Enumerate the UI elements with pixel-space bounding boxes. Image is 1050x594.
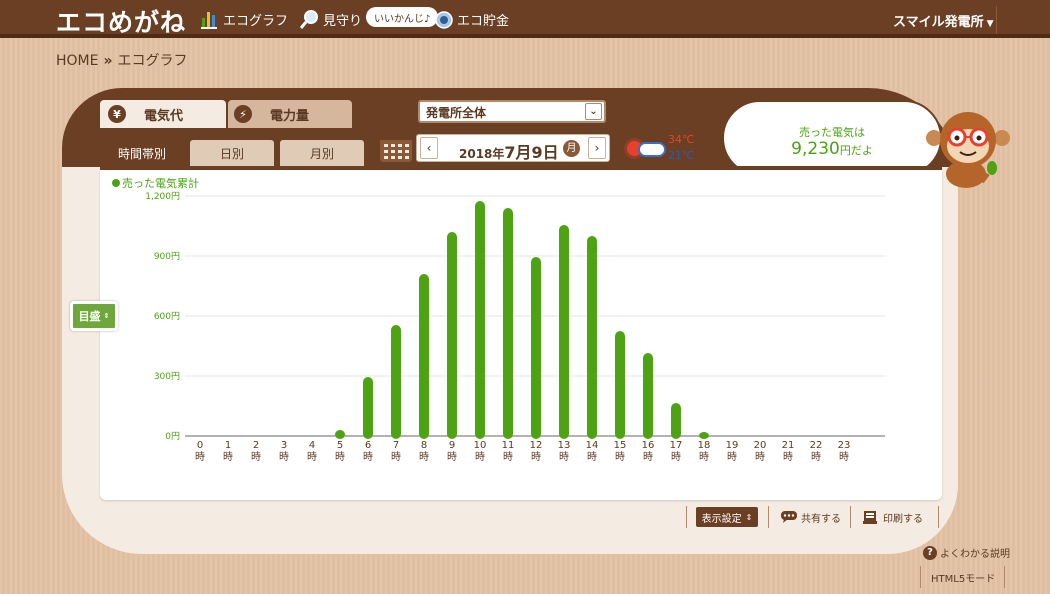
x-tick-suffix: 時: [811, 451, 821, 463]
chart-bar: [335, 430, 345, 439]
x-tick-suffix: 時: [699, 451, 709, 463]
x-tick-label: 10: [474, 440, 487, 451]
x-tick-suffix: 時: [727, 451, 737, 463]
x-tick-suffix: 時: [671, 451, 681, 463]
share-label: 共有する: [801, 513, 841, 525]
print-button[interactable]: 印刷する: [862, 506, 923, 528]
x-tick-label: 17: [670, 440, 683, 451]
tool-divider: [920, 566, 921, 588]
x-tick-label: 14: [586, 440, 599, 451]
x-tick-suffix: 時: [391, 451, 401, 463]
chart-bar: [559, 225, 569, 439]
help-label: よくわかる説明: [940, 549, 1010, 560]
x-tick-label: 22: [810, 440, 823, 451]
y-tick-label: 1,200円: [145, 191, 180, 202]
x-tick-suffix: 時: [307, 451, 317, 463]
x-tick-suffix: 時: [615, 451, 625, 463]
x-tick-suffix: 時: [643, 451, 653, 463]
x-tick-suffix: 時: [251, 451, 261, 463]
x-tick-label: 9: [449, 440, 455, 451]
x-tick-label: 2: [253, 440, 259, 451]
x-tick-label: 21: [782, 440, 795, 451]
display-settings-button[interactable]: 表示設定 ⇕: [696, 507, 758, 527]
x-tick-suffix: 時: [279, 451, 289, 463]
chart-bar: [699, 432, 709, 439]
help-link[interactable]: ? よくわかる説明: [923, 545, 1010, 560]
updown-icon: ⇕: [103, 312, 110, 320]
x-tick-suffix: 時: [839, 451, 849, 463]
x-tick-label: 16: [642, 440, 655, 451]
scale-button[interactable]: 目盛 ⇕: [70, 301, 118, 331]
x-tick-suffix: 時: [503, 451, 513, 463]
x-tick-label: 20: [754, 440, 767, 451]
x-tick-label: 4: [309, 440, 315, 451]
x-tick-suffix: 時: [363, 451, 373, 463]
x-tick-suffix: 時: [587, 451, 597, 463]
chart-bar: [503, 208, 513, 439]
chart-bar: [587, 236, 597, 439]
y-tick-label: 900円: [154, 251, 180, 262]
x-tick-label: 8: [421, 440, 427, 451]
x-tick-label: 6: [365, 440, 371, 451]
x-tick-suffix: 時: [419, 451, 429, 463]
x-tick-label: 0: [197, 440, 203, 451]
x-tick-label: 15: [614, 440, 627, 451]
x-tick-suffix: 時: [195, 451, 205, 463]
chart-bar: [531, 257, 541, 439]
x-tick-label: 1: [225, 440, 231, 451]
x-tick-label: 18: [698, 440, 711, 451]
x-tick-label: 23: [838, 440, 851, 451]
printer-icon: [863, 511, 877, 524]
html5-mode-link[interactable]: HTML5モード: [931, 570, 995, 585]
x-tick-suffix: 時: [755, 451, 765, 463]
x-tick-label: 12: [530, 440, 543, 451]
chart-bar: [419, 274, 429, 439]
share-button[interactable]: 共有する: [780, 506, 841, 528]
tool-divider: [1004, 566, 1005, 588]
y-tick-label: 600円: [154, 311, 180, 322]
chat-bubble-icon: [781, 511, 797, 523]
chart-bar: [391, 325, 401, 439]
scale-button-label: 目盛: [78, 310, 101, 323]
x-tick-label: 3: [281, 440, 287, 451]
x-tick-label: 13: [558, 440, 571, 451]
chart-bar: [363, 377, 373, 439]
chart-bar: [475, 201, 485, 439]
x-tick-suffix: 時: [783, 451, 793, 463]
updown-icon: ⇕: [745, 512, 753, 522]
display-settings-label: 表示設定: [701, 513, 742, 525]
question-icon: ?: [923, 545, 937, 560]
x-tick-suffix: 時: [223, 451, 233, 463]
x-tick-suffix: 時: [335, 451, 345, 463]
y-tick-label: 300円: [154, 371, 180, 382]
x-tick-suffix: 時: [475, 451, 485, 463]
bar-chart: 0円300円600円900円1,200円0時1時2時3時4時5時6時7時8時9時…: [145, 191, 885, 463]
x-tick-label: 7: [393, 440, 399, 451]
chart-bar: [615, 331, 625, 439]
x-tick-suffix: 時: [559, 451, 569, 463]
x-tick-label: 5: [337, 440, 343, 451]
tool-divider: [938, 506, 939, 528]
x-tick-suffix: 時: [447, 451, 457, 463]
x-tick-suffix: 時: [531, 451, 541, 463]
chart-bar: [643, 353, 653, 439]
tool-divider: [768, 506, 769, 528]
print-label: 印刷する: [883, 513, 923, 525]
chart-bar: [447, 232, 457, 439]
chart-bar: [671, 403, 681, 439]
x-tick-label: 19: [726, 440, 739, 451]
y-tick-label: 0円: [165, 431, 180, 442]
tool-divider: [850, 506, 851, 528]
x-tick-label: 11: [502, 440, 515, 451]
tool-divider: [686, 506, 687, 528]
